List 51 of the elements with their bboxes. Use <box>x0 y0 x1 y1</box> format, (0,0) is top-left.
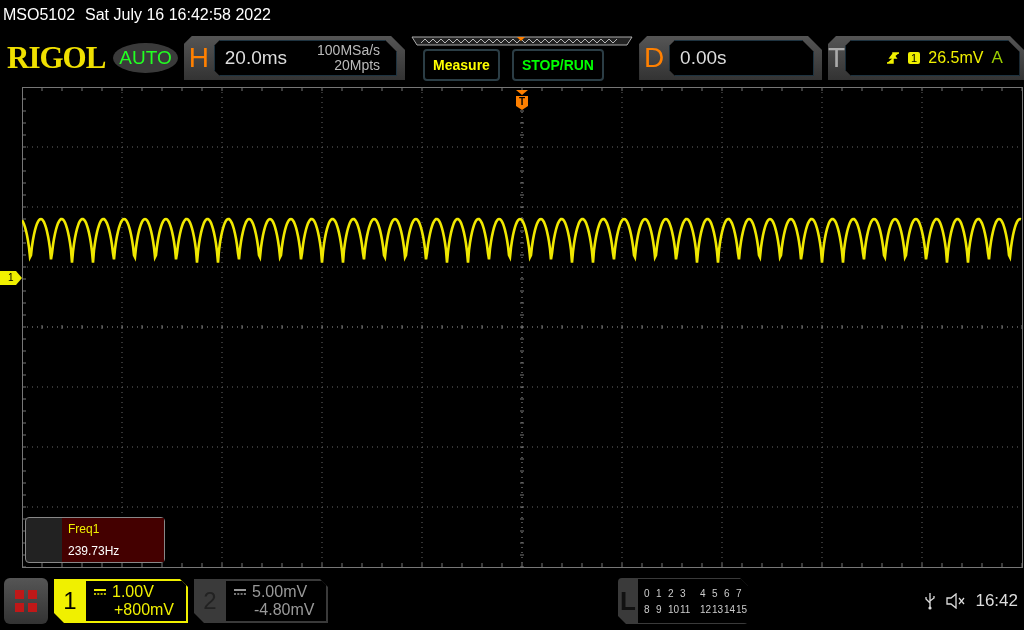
measure-button[interactable]: Measure <box>423 48 500 81</box>
digital-channel-number: 5 <box>712 587 719 599</box>
digital-channel-number: 3 <box>680 587 687 599</box>
measurement-name: Freq1 <box>68 522 101 536</box>
digital-channel-number: 4 <box>700 587 707 599</box>
trigger-level: 26.5mV <box>928 49 984 67</box>
delay-panel[interactable]: D 0.00s <box>639 36 822 80</box>
digital-channel-number: 2 <box>668 587 675 599</box>
digital-channel-number: 15 <box>736 603 748 615</box>
dc-coupling-icon <box>94 589 106 595</box>
model-name: MSO5102 <box>3 6 76 24</box>
speaker-muted-icon <box>945 593 966 609</box>
trigger-source: 1 <box>908 52 921 64</box>
delay-value: 0.00s <box>679 47 727 69</box>
usb-icon <box>925 592 936 610</box>
horizontal-label: H <box>187 42 210 74</box>
sweep-mode: A <box>991 48 1003 68</box>
channel-panel[interactable]: 1 1.00V +800mV <box>54 579 188 623</box>
grid-icon <box>14 589 38 613</box>
acquisition-info: 100MSa/s 20Mpts <box>317 43 382 73</box>
digital-channel-number: 14 <box>724 603 736 615</box>
digital-channel-number: 11 <box>680 603 692 615</box>
channel-number: 1 <box>62 587 78 615</box>
channel-scale: 5.00mV <box>252 583 308 601</box>
measurement-card[interactable]: Freq1 239.73Hz <box>25 517 165 563</box>
digital-channel-number: 1 <box>656 587 663 599</box>
digital-channel-number: 6 <box>724 587 731 599</box>
digital-channel-number: 12 <box>700 603 712 615</box>
timebase-value: 20.0ms <box>223 47 288 69</box>
channel-scale: 1.00V <box>112 583 154 601</box>
digital-channel-number: 9 <box>656 603 663 615</box>
clock-time: 16:42 <box>975 591 1018 611</box>
digital-channel-number: 0 <box>644 587 651 599</box>
trigger-mode-badge[interactable]: AUTO <box>113 43 178 73</box>
channel-offset: -4.80mV <box>253 601 316 619</box>
stop-run-button[interactable]: STOP/RUN <box>511 48 604 81</box>
measurement-value: 239.73Hz <box>68 544 121 558</box>
digital-channel-number: 10 <box>668 603 680 615</box>
channel-offset: +800mV <box>113 601 176 619</box>
digital-channel-number: 8 <box>644 603 651 615</box>
delay-label: D <box>642 42 666 74</box>
brand-logo: RIGOL <box>7 40 106 76</box>
menu-button[interactable] <box>4 578 48 624</box>
trigger-label: T <box>828 42 846 74</box>
dc-coupling-icon <box>234 589 246 595</box>
channel-marker[interactable]: 1 <box>0 271 22 285</box>
horizontal-panel[interactable]: H 20.0ms 100MSa/s 20Mpts <box>183 36 406 80</box>
trigger-panel[interactable]: T 1 26.5mV A <box>828 36 1024 80</box>
digital-channel-number: 13 <box>712 603 724 615</box>
date-time: Sat July 16 16:42:58 2022 <box>85 6 271 24</box>
digital-channel-number: 7 <box>736 587 743 599</box>
